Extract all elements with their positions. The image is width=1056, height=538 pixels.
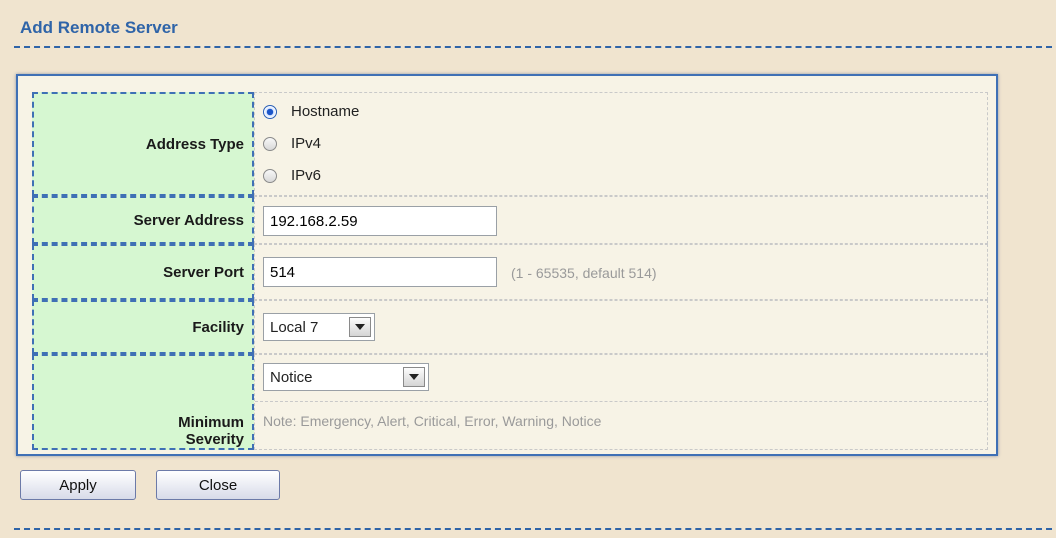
row-server-port: Server Port (1 - 65535, default 514) xyxy=(18,244,996,300)
close-button[interactable]: Close xyxy=(156,470,280,500)
apply-button[interactable]: Apply xyxy=(20,470,136,500)
severity-note-divider xyxy=(255,401,987,402)
minimum-severity-label: Minimum Severity xyxy=(32,354,254,450)
facility-cell: Local 7 xyxy=(254,300,988,354)
row-minimum-severity: Minimum Severity Notice Note: Emergency,… xyxy=(18,354,996,450)
server-address-label: Server Address xyxy=(32,196,254,244)
radio-ipv4-button[interactable] xyxy=(263,136,277,151)
row-address-type: Address Type Hostname IPv4 IPv6 xyxy=(18,92,996,196)
panel-title: Add Remote Server xyxy=(20,18,178,37)
server-port-label: Server Port xyxy=(32,244,254,300)
minimum-severity-select[interactable]: Notice xyxy=(263,363,429,391)
facility-label: Facility xyxy=(32,300,254,354)
minimum-severity-label-line2: Severity xyxy=(185,431,244,448)
chevron-down-icon[interactable] xyxy=(403,367,425,387)
radio-ipv6[interactable]: IPv6 xyxy=(263,167,321,184)
radio-hostname[interactable]: Hostname xyxy=(263,103,359,120)
radio-ipv4-label[interactable]: IPv4 xyxy=(291,135,321,152)
form-box: Address Type Hostname IPv4 IPv6 Server A… xyxy=(16,74,998,456)
server-address-input[interactable] xyxy=(263,206,497,236)
row-facility: Facility Local 7 xyxy=(18,300,996,354)
server-port-input[interactable] xyxy=(263,257,497,287)
radio-ipv6-label[interactable]: IPv6 xyxy=(291,167,321,184)
chevron-down-icon[interactable] xyxy=(349,317,371,337)
server-port-cell: (1 - 65535, default 514) xyxy=(254,244,988,300)
address-type-cell: Hostname IPv4 IPv6 xyxy=(254,92,988,196)
radio-hostname-button[interactable] xyxy=(263,104,277,119)
bottom-divider xyxy=(14,528,1052,530)
radio-hostname-label[interactable]: Hostname xyxy=(291,103,359,120)
minimum-severity-label-line1: Minimum xyxy=(178,414,244,431)
title-divider xyxy=(14,46,1052,48)
facility-selected-value: Local 7 xyxy=(270,318,319,336)
server-port-hint: (1 - 65535, default 514) xyxy=(511,265,657,281)
address-type-label: Address Type xyxy=(32,92,254,196)
row-server-address: Server Address xyxy=(18,196,996,244)
minimum-severity-selected-value: Notice xyxy=(270,368,313,386)
facility-select[interactable]: Local 7 xyxy=(263,313,375,341)
server-address-cell xyxy=(254,196,988,244)
radio-ipv6-button[interactable] xyxy=(263,168,277,183)
radio-ipv4[interactable]: IPv4 xyxy=(263,135,321,152)
minimum-severity-note: Note: Emergency, Alert, Critical, Error,… xyxy=(263,413,602,429)
minimum-severity-cell: Notice Note: Emergency, Alert, Critical,… xyxy=(254,354,988,450)
